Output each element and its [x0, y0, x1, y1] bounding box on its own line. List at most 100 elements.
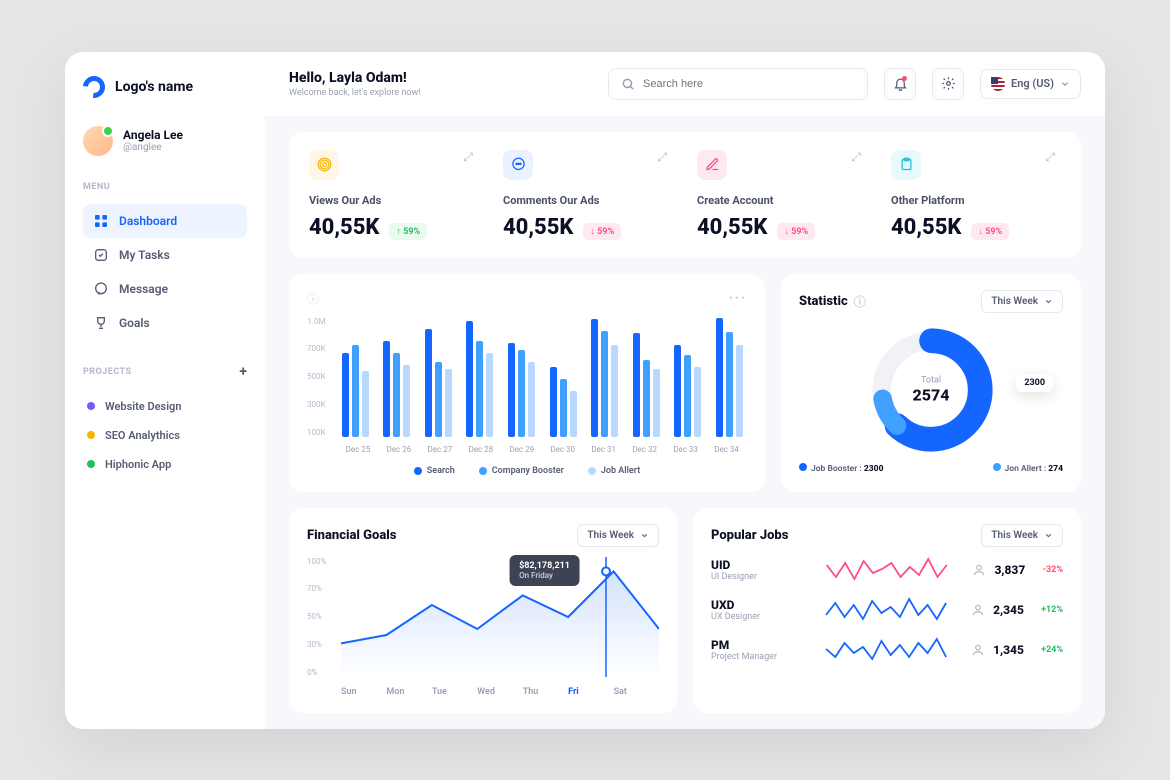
bar [445, 369, 452, 436]
add-project-button[interactable]: + [239, 364, 247, 380]
job-short: PM [711, 638, 801, 652]
info-icon[interactable]: ⓘ [307, 290, 319, 307]
statistic-period-selector[interactable]: This Week [981, 290, 1063, 313]
person-icon [972, 563, 986, 577]
expand-icon[interactable]: ⤢ [463, 150, 473, 165]
bar [435, 362, 442, 436]
legend-dot-icon [479, 467, 487, 475]
profile-name: Angela Lee [123, 128, 183, 142]
financial-period-selector[interactable]: This Week [577, 524, 659, 547]
job-full: UI Designer [711, 572, 801, 582]
clipboard-icon [891, 150, 921, 180]
project-item[interactable]: Hiphonic App [83, 450, 247, 479]
app-shell: Logo's name Angela Lee @anglee MENU Dash… [65, 52, 1105, 729]
menu-item-message[interactable]: Message [83, 272, 247, 306]
info-icon[interactable]: ⓘ [854, 293, 866, 310]
profile-card[interactable]: Angela Lee @anglee [83, 126, 247, 156]
bar [550, 367, 557, 437]
legend-dot-icon [799, 463, 807, 471]
job-row[interactable]: PM Project Manager 1,345 +24% [711, 637, 1063, 663]
chart-tooltip: $82,178,211 On Friday [509, 555, 580, 586]
project-item[interactable]: Website Design [83, 392, 247, 421]
menu-item-label: Message [119, 282, 168, 296]
donut-center-label: Total [913, 375, 950, 385]
line-chart: 100%70%50%30%0% $82,178,211 On Friday Su… [307, 557, 659, 697]
language-selector[interactable]: Eng (US) [980, 69, 1081, 99]
project-label: SEO Analythics [105, 429, 180, 442]
person-icon [971, 643, 985, 657]
stat-card: ⤢ Comments Our Ads 40,55K ↓ 59% [503, 150, 673, 240]
bar [726, 332, 733, 436]
bar [716, 318, 723, 437]
stat-delta: ↑ 59% [389, 223, 427, 240]
bar [403, 365, 410, 437]
job-row[interactable]: UID UI Designer 3,837 -32% [711, 557, 1063, 583]
bar-group [338, 317, 374, 437]
legend-item[interactable]: Search [414, 466, 455, 476]
menu-section-label: MENU [83, 182, 247, 192]
legend-item[interactable]: Job Allert [588, 466, 640, 476]
settings-button[interactable] [932, 68, 964, 100]
bar-group [628, 317, 664, 437]
stat-value: 40,55K [697, 215, 767, 240]
person-icon [971, 603, 985, 617]
statistic-panel: Statistic ⓘ This Week [781, 274, 1081, 492]
jobs-list: UID UI Designer 3,837 -32% UXD UX Design… [711, 557, 1063, 663]
expand-icon[interactable]: ⤢ [851, 150, 861, 165]
popular-jobs-panel: Popular Jobs This Week UID UI Designer 3… [693, 508, 1081, 713]
greeting-subtitle: Welcome back, let's explore now! [289, 88, 421, 98]
grid-icon [93, 213, 109, 229]
broadcast-icon [309, 150, 339, 180]
gear-icon [941, 76, 956, 91]
menu-item-tasks[interactable]: My Tasks [83, 238, 247, 272]
bar-group [462, 317, 498, 437]
bar [694, 367, 701, 437]
bar-chart: 1.0M700K500K300K100K Dec 25Dec 26Dec 27D… [307, 317, 747, 454]
job-delta: +12% [1041, 605, 1063, 615]
kebab-menu[interactable]: ••• [729, 291, 747, 305]
job-row[interactable]: UXD UX Designer 2,345 +12% [711, 597, 1063, 623]
search-icon [621, 77, 635, 91]
edit-icon [697, 150, 727, 180]
statistic-title: Statistic ⓘ [799, 293, 866, 310]
financial-title: Financial Goals [307, 528, 396, 543]
job-short: UXD [711, 598, 801, 612]
sidebar: Logo's name Angela Lee @anglee MENU Dash… [65, 52, 265, 729]
main: Hello, Layla Odam! Welcome back, let's e… [265, 52, 1105, 729]
menu-item-label: My Tasks [119, 248, 170, 262]
line-x-axis: SunMonTueWedThuFriSat [341, 687, 659, 697]
stat-delta: ↓ 59% [971, 223, 1009, 240]
menu-item-dashboard[interactable]: Dashboard [83, 204, 247, 238]
bar [466, 321, 473, 436]
bar [684, 355, 691, 437]
job-full: Project Manager [711, 652, 801, 662]
legend-dot-icon [993, 463, 1001, 471]
legend-item[interactable]: Company Booster [479, 466, 564, 476]
menu-item-label: Goals [119, 316, 150, 330]
bar [633, 333, 640, 436]
comment-icon [503, 150, 533, 180]
bar [383, 341, 390, 437]
bar [476, 341, 483, 437]
expand-icon[interactable]: ⤢ [657, 150, 667, 165]
search-input[interactable] [643, 78, 855, 90]
trophy-icon [93, 315, 109, 331]
chevron-down-icon [640, 531, 649, 540]
project-label: Hiphonic App [105, 458, 171, 471]
logo: Logo's name [83, 76, 247, 98]
expand-icon[interactable]: ⤢ [1045, 150, 1055, 165]
bar [611, 345, 618, 436]
stat-card: ⤢ Views Our Ads 40,55K ↑ 59% [309, 150, 479, 240]
project-item[interactable]: SEO Analythics [83, 421, 247, 450]
search-box[interactable] [608, 68, 868, 100]
menu-item-goals[interactable]: Goals [83, 306, 247, 340]
chevron-down-icon [1044, 531, 1053, 540]
jobs-period-selector[interactable]: This Week [981, 524, 1063, 547]
stat-value: 40,55K [309, 215, 379, 240]
logo-text: Logo's name [115, 79, 193, 95]
notifications-button[interactable] [884, 68, 916, 100]
job-short: UID [711, 558, 801, 572]
sparkline [813, 597, 959, 623]
bar [508, 343, 515, 437]
header: Hello, Layla Odam! Welcome back, let's e… [265, 52, 1105, 116]
